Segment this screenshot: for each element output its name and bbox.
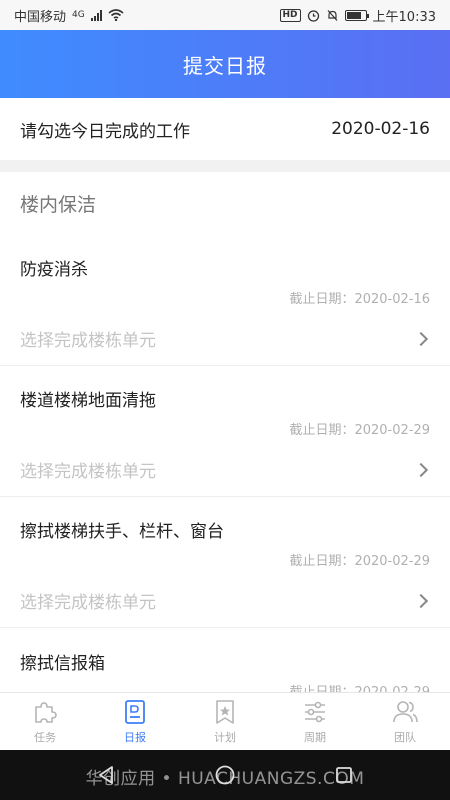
network-type: 4G <box>72 10 85 20</box>
battery-icon <box>344 9 369 21</box>
tab-label: 日报 <box>124 731 146 744</box>
tab-label: 任务 <box>34 731 56 744</box>
task-deadline: 截止日期：2020-02-16 <box>289 292 430 307</box>
chevron-right-icon <box>413 331 429 346</box>
tab-label: 周期 <box>304 731 326 744</box>
sliders-icon <box>305 701 325 723</box>
task-name[interactable]: 擦拭楼梯扶手、栏杆、窗台 <box>20 517 224 542</box>
chevron-right-icon <box>413 593 429 608</box>
select-placeholder: 选择完成楼栋单元 <box>20 331 156 351</box>
select-placeholder: 选择完成楼栋单元 <box>20 462 156 482</box>
task-deadline: 截止日期：2020-02-29 <box>289 554 430 569</box>
bottom-tab-bar: 任务 日报 计划 周期 团队 <box>0 692 450 750</box>
alarm-icon <box>307 9 319 22</box>
section-title: 楼内保洁 <box>20 194 97 216</box>
app-header: 提交日报 <box>0 30 450 98</box>
task-name[interactable]: 擦拭信报箱 <box>20 649 105 674</box>
report-icon <box>125 700 145 724</box>
clock: 上午10:33 <box>372 9 436 25</box>
status-left: 中国移动 4G <box>14 6 124 25</box>
status-bar: 中国移动 4G HD 上午10:33 <box>0 0 450 30</box>
tab-team[interactable]: 团队 <box>360 693 450 750</box>
date-row: 请勾选今日完成的工作 2020-02-16 <box>0 98 450 160</box>
section-divider <box>0 160 450 172</box>
select-placeholder: 选择完成楼栋单元 <box>20 593 156 613</box>
hd-badge: HD <box>279 8 301 22</box>
carrier-name: 中国移动 <box>14 9 67 25</box>
task-deadline: 截止日期：2020-02-29 <box>289 423 430 438</box>
report-date[interactable]: 2020-02-16 <box>331 119 430 139</box>
tab-label: 团队 <box>394 731 416 744</box>
puzzle-icon <box>35 702 57 723</box>
task-name[interactable]: 防疫消杀 <box>20 255 88 280</box>
back-icon[interactable] <box>95 764 117 786</box>
nav-buttons <box>95 764 355 786</box>
tab-cycle[interactable]: 周期 <box>270 693 360 750</box>
tab-label: 计划 <box>214 731 236 744</box>
select-building-row[interactable]: 选择完成楼栋单元 <box>0 574 450 628</box>
system-nav-bar: 华创应用 • HUACHUANGZS.COM <box>0 750 450 800</box>
page-title: 提交日报 <box>183 53 267 78</box>
team-icon <box>393 701 418 723</box>
signal-icon <box>90 9 102 21</box>
select-building-row[interactable]: 选择完成楼栋单元 <box>0 443 450 497</box>
home-icon[interactable] <box>214 764 236 786</box>
bookmark-star-icon <box>216 700 234 724</box>
chevron-right-icon <box>413 462 429 477</box>
wifi-icon <box>108 9 124 21</box>
status-right: HD 上午10:33 <box>279 6 436 25</box>
tab-plan[interactable]: 计划 <box>180 693 270 750</box>
tab-report[interactable]: 日报 <box>90 693 180 750</box>
tab-tasks[interactable]: 任务 <box>0 693 90 750</box>
mute-bell-icon <box>327 9 337 21</box>
select-building-row[interactable]: 选择完成楼栋单元 <box>0 312 450 366</box>
recents-icon[interactable] <box>333 764 355 786</box>
date-prompt: 请勾选今日完成的工作 <box>20 121 190 142</box>
task-name[interactable]: 楼道楼梯地面清拖 <box>20 386 156 411</box>
